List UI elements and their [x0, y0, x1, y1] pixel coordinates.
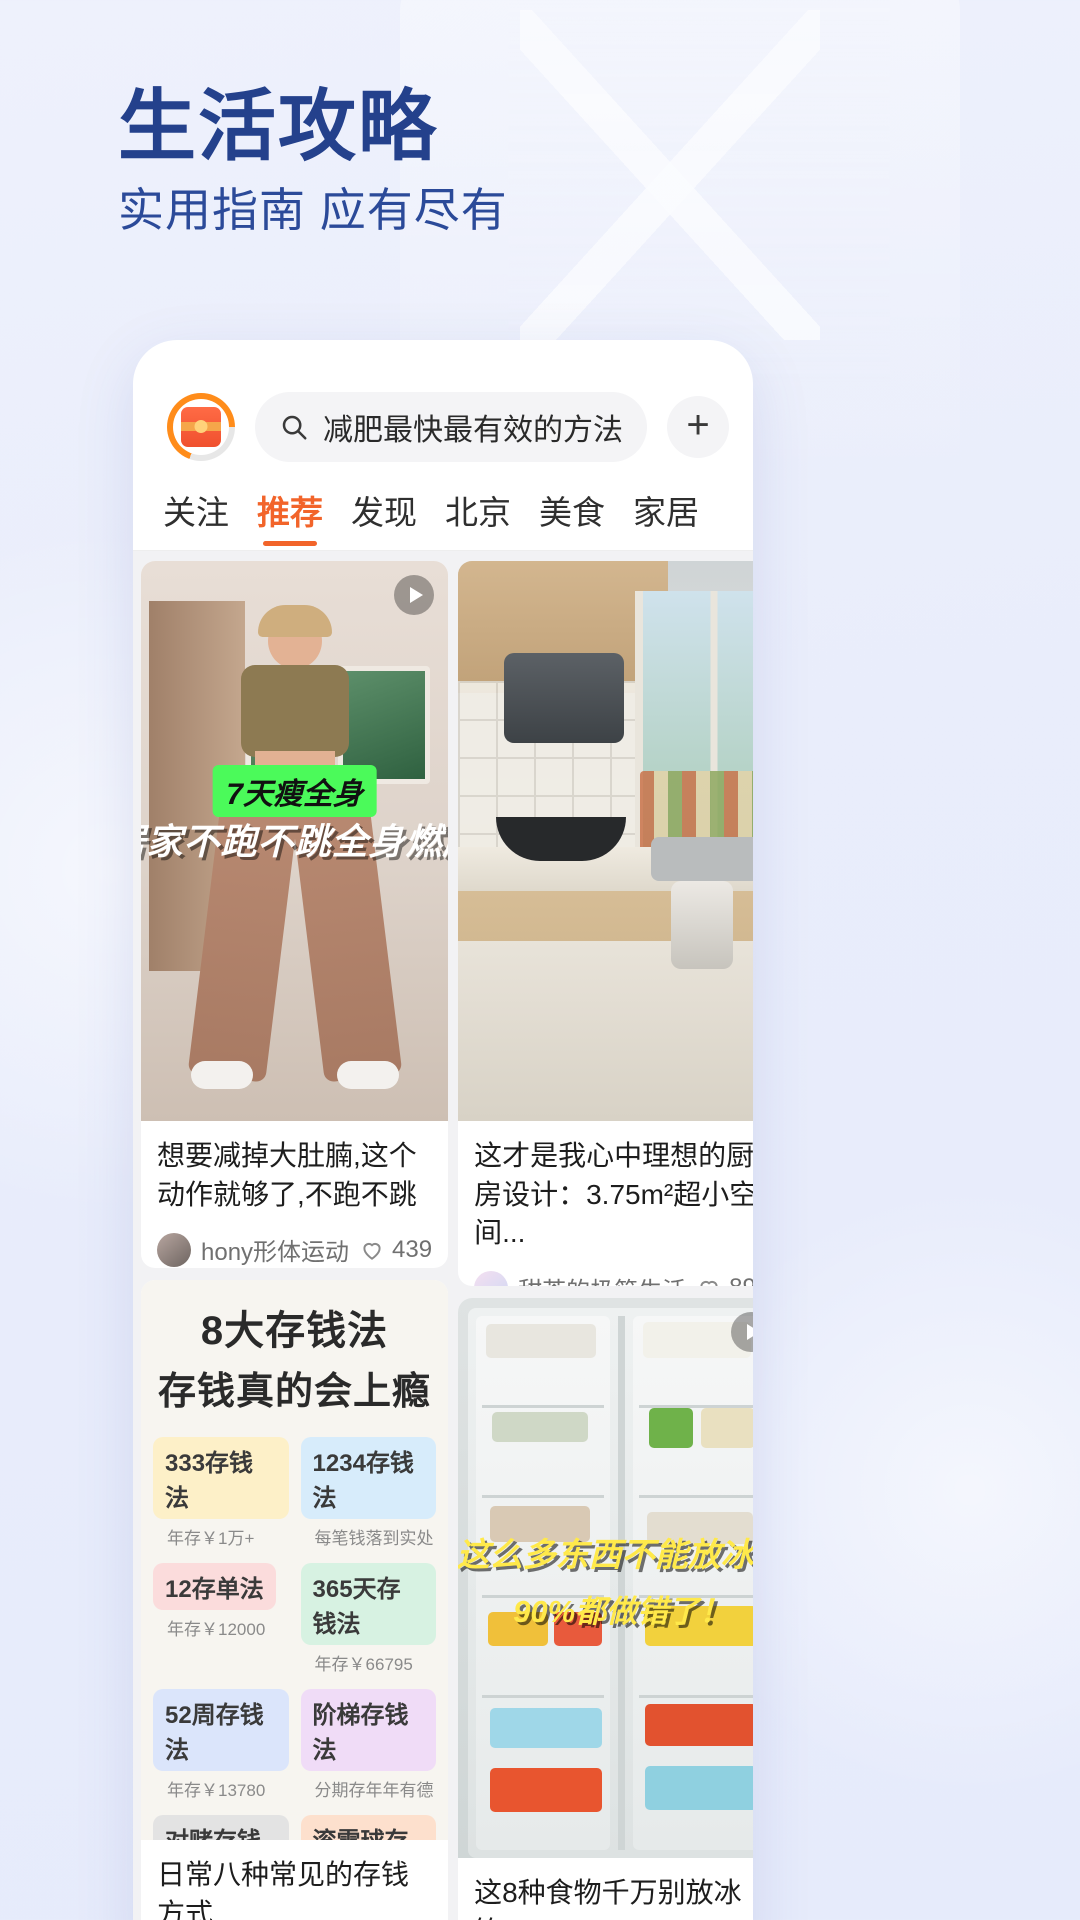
note-card-workout[interactable]: 7天瘦全身 居家不跑不跳全身燃脂 想要减掉大肚腩,这个动作就够了,不跑不跳 ho… — [141, 561, 449, 1269]
note-footer: 甜茶的极简生活 898 — [474, 1271, 753, 1287]
cover-overlay-white: 居家不跑不跳全身燃脂 — [141, 821, 448, 862]
tab-meishi[interactable]: 美食 — [539, 486, 605, 550]
avatar-inner — [173, 399, 229, 455]
note-cover-savings[interactable]: 8大存钱法 存钱真的会上瘾 333存钱法 年存￥1万+ 1234存钱法 每笔钱落… — [141, 1280, 449, 1841]
tab-bar: 关注 推荐 发现 北京 美食 家居 — [133, 462, 753, 551]
poster-method: 52周存钱法 年存￥13780 — [153, 1689, 289, 1801]
poster-heading-1: 8大存钱法 — [200, 1309, 389, 1354]
app-header: 减肥最快最有效的方法 + — [133, 340, 753, 462]
poster-method: 333存钱法 年存￥1万+ — [153, 1437, 289, 1549]
note-title: 这8种食物千万别放冰箱 — [474, 1877, 742, 1920]
poster-method-grid: 333存钱法 年存￥1万+ 1234存钱法 每笔钱落到实处 12存单法 年存￥1… — [153, 1437, 437, 1841]
tab-tuijian[interactable]: 推荐 — [257, 486, 323, 550]
search-query-text: 减肥最快最有效的方法 — [323, 414, 623, 447]
poster-method-name: 52周存钱法 — [153, 1689, 289, 1772]
poster-method: 12存单法 年存￥12000 — [153, 1563, 289, 1675]
poster-method-note: 每笔钱落到实处 — [314, 1529, 434, 1549]
red-packet-avatar-icon — [181, 407, 221, 447]
like-count: 898 — [729, 1274, 753, 1286]
note-title: 这才是我心中理想的厨房设计：3.75m²超小空间... — [474, 1140, 753, 1249]
avatar[interactable] — [167, 393, 235, 461]
tab-beijing[interactable]: 北京 — [445, 486, 511, 550]
figure-cap — [257, 605, 332, 637]
poster-method-note: 年存￥13780 — [167, 1781, 266, 1801]
cover-range-hood — [504, 653, 625, 743]
note-title: 想要减掉大肚腩,这个动作就够了,不跑不跳 — [157, 1140, 417, 1210]
poster-method-name: 1234存钱法 — [300, 1437, 437, 1520]
poster-method-name: 365天存钱法 — [300, 1563, 437, 1646]
tab-guanzhu[interactable]: 关注 — [163, 486, 229, 550]
search-icon — [279, 412, 309, 442]
poster-method-note: 年存￥1万+ — [167, 1529, 255, 1549]
cover-overlay-line-2: 90%都做错了！ — [513, 1594, 731, 1630]
poster-method-name: 阶梯存钱法 — [300, 1689, 437, 1772]
poster-method: 365天存钱法 年存￥66795 — [300, 1563, 437, 1675]
cover-sink — [651, 837, 753, 881]
hero-section: 生活攻略 实用指南 应有尽有 — [118, 82, 508, 237]
figure-top — [240, 665, 349, 757]
note-footer: hony形体运动 439 — [157, 1232, 432, 1267]
figure-shoe-left — [190, 1061, 253, 1089]
cover-overlay-green: 7天瘦全身 — [212, 765, 377, 817]
author-name: hony形体运动 — [201, 1239, 350, 1267]
figure-shoe-right — [336, 1061, 399, 1089]
phone-mockup: 减肥最快最有效的方法 + 关注 推荐 发现 北京 美食 家居 7天瘦全身 家不跑… — [133, 340, 753, 1920]
note-card-fridge[interactable]: 这么多东西不能放冰箱 90%都做错了！ 这8种食物千万别放冰箱 — [458, 1298, 753, 1920]
note-title: 日常八种常见的存钱方式 — [157, 1859, 410, 1920]
feed-column-right: 这才是我心中理想的厨房设计：3.75m²超小空间... 甜茶的极简生活 898 — [458, 561, 753, 1920]
like-count: 439 — [392, 1235, 433, 1263]
author-avatar[interactable] — [474, 1271, 509, 1287]
author-name: 甜茶的极简生活 — [518, 1271, 686, 1286]
poster-heading-2: 存钱真的会上瘾 — [158, 1371, 432, 1414]
search-input[interactable]: 减肥最快最有效的方法 — [255, 392, 647, 462]
play-icon[interactable] — [394, 575, 435, 615]
poster-method-name: 对赌存钱法 — [153, 1815, 289, 1841]
note-body-fridge: 这8种食物千万别放冰箱 — [458, 1858, 753, 1920]
cover-kettle — [671, 881, 734, 969]
page-subtitle: 实用指南 应有尽有 — [118, 183, 508, 236]
poster-method-note: 分期存年年有德 — [314, 1781, 434, 1801]
cover-fridge-right — [633, 1316, 753, 1851]
poster-method-note: 年存￥12000 — [167, 1620, 266, 1640]
poster-method-name: 12存单法 — [153, 1563, 276, 1611]
note-cover-workout[interactable]: 7天瘦全身 居家不跑不跳全身燃脂 — [141, 561, 449, 1121]
note-body-savings: 日常八种常见的存钱方式 — [141, 1840, 448, 1920]
note-card-kitchen[interactable]: 这才是我心中理想的厨房设计：3.75m²超小空间... 甜茶的极简生活 898 — [458, 561, 753, 1287]
cover-fridge-divider — [618, 1316, 626, 1851]
note-cover-kitchen[interactable] — [458, 561, 753, 1121]
feed-column-left: 7天瘦全身 居家不跑不跳全身燃脂 想要减掉大肚腩,这个动作就够了,不跑不跳 ho… — [141, 561, 449, 1920]
poster-method-name: 滚雪球存钱法 — [300, 1815, 437, 1841]
page-title: 生活攻略 — [118, 82, 439, 170]
tab-faxian[interactable]: 发现 — [351, 486, 417, 550]
like-button[interactable]: 898 — [696, 1274, 753, 1287]
poster-method: 1234存钱法 每笔钱落到实处 — [300, 1437, 437, 1549]
cover-fridge-body — [468, 1308, 753, 1859]
poster-method: 滚雪球存钱法 越滚越大，越存越多 — [300, 1815, 437, 1841]
poster-method: 阶梯存钱法 分期存年年有德 — [300, 1689, 437, 1801]
add-note-button[interactable]: + — [667, 396, 729, 458]
tab-jiaju[interactable]: 家居 — [633, 486, 699, 550]
like-button[interactable]: 439 — [359, 1236, 432, 1264]
note-cover-fridge[interactable]: 这么多东西不能放冰箱 90%都做错了！ — [458, 1298, 753, 1859]
poster-method-note: 年存￥66795 — [314, 1655, 413, 1675]
note-body-workout: 想要减掉大肚腩,这个动作就够了,不跑不跳 hony形体运动 439 — [141, 1121, 448, 1268]
poster-method-name: 333存钱法 — [153, 1437, 289, 1520]
cover-overlay-line-1: 这么多东西不能放冰箱 — [458, 1536, 753, 1574]
note-card-savings[interactable]: 8大存钱法 存钱真的会上瘾 333存钱法 年存￥1万+ 1234存钱法 每笔钱落… — [141, 1280, 449, 1920]
note-body-kitchen: 这才是我心中理想的厨房设计：3.75m²超小空间... 甜茶的极简生活 898 — [458, 1121, 753, 1287]
poster-method: 对赌存钱法 年存￥24000 — [153, 1815, 289, 1841]
cover-fridge-left — [476, 1316, 611, 1851]
author-avatar[interactable] — [157, 1232, 191, 1267]
note-feed: 7天瘦全身 居家不跑不跳全身燃脂 想要减掉大肚腩,这个动作就够了,不跑不跳 ho… — [133, 551, 753, 1920]
